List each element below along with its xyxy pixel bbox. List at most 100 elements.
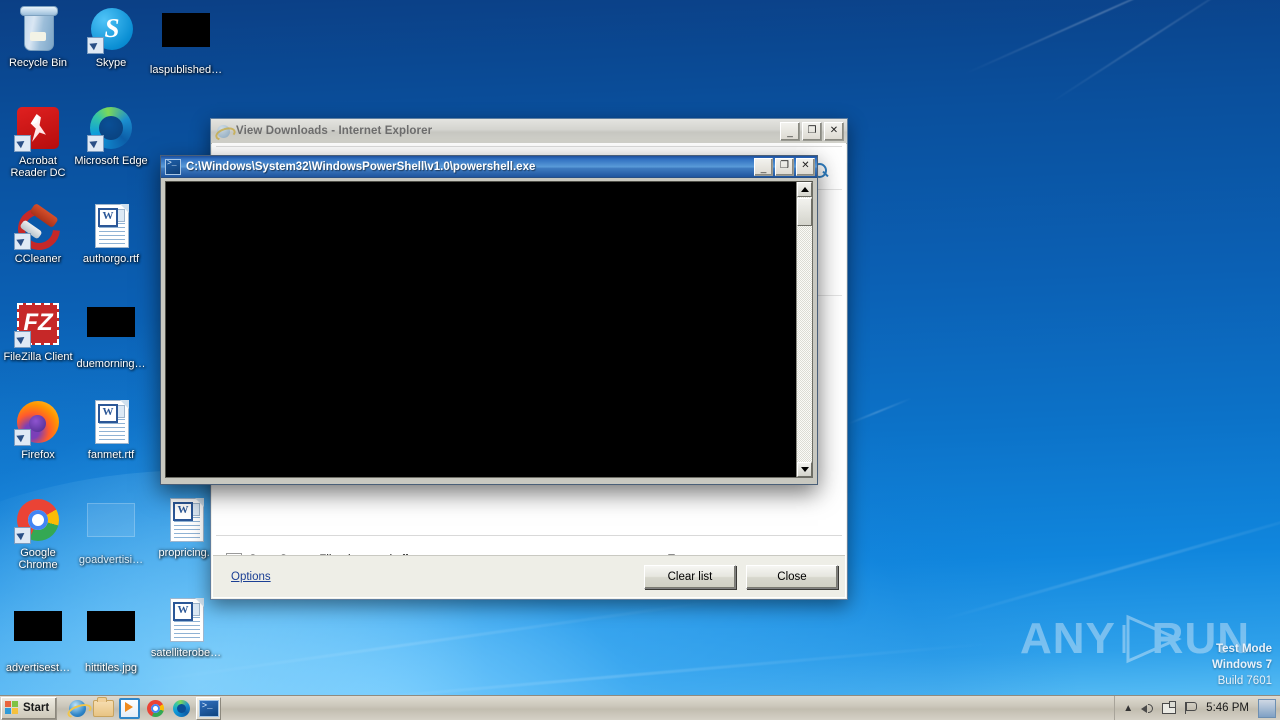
skype-icon: S	[87, 6, 135, 54]
word-document-icon: W	[162, 496, 210, 544]
windows-flag-icon	[5, 701, 20, 715]
edge-icon	[173, 699, 191, 717]
powershell-client-area[interactable]	[165, 181, 813, 478]
powershell-icon	[165, 158, 181, 175]
powershell-icon	[198, 699, 219, 717]
desktop-icon-label: fanmet.rtf	[87, 449, 135, 461]
wallpaper-streak	[301, 641, 999, 696]
taskbar-item-internet-explorer[interactable]	[66, 698, 89, 719]
black-thumbnail-icon	[162, 13, 210, 61]
desktop-icon-skype[interactable]: S Skype	[73, 6, 149, 69]
anyrun-watermark: ANY RUN	[1020, 608, 1250, 670]
taskbar-item-windows-media-player[interactable]	[118, 697, 141, 719]
word-document-icon: W	[87, 202, 135, 250]
ie-minimize-button[interactable]: _	[780, 122, 800, 141]
ie-globe-icon	[213, 124, 238, 143]
desktop-icon-hittitles-jpg[interactable]: hittitles.jpg	[73, 604, 149, 674]
taskbar-item-windows-explorer[interactable]	[92, 696, 115, 719]
desktop-icon-label: Recycle Bin	[8, 57, 68, 69]
desktop-icon-label: satelliterobe…	[150, 647, 222, 659]
edge-icon	[87, 104, 135, 152]
powershell-title-bar[interactable]: C:\Windows\System32\WindowsPowerShell\v1…	[161, 156, 817, 178]
start-button[interactable]: Start	[1, 696, 58, 720]
desktop-icon-label: authorgo.rtf	[82, 253, 140, 265]
powershell-maximize-button[interactable]: ❐	[775, 158, 794, 176]
desktop-icon-duemorning[interactable]: duemorning…	[73, 300, 149, 370]
desktop[interactable]: Recycle Bin S Skype laspublished… Acroba…	[0, 0, 1280, 696]
system-tray[interactable]: ▲ 5:46 PM	[1114, 696, 1280, 720]
clock[interactable]: 5:46 PM	[1206, 702, 1249, 714]
volume-icon[interactable]	[1140, 701, 1155, 715]
word-document-icon: W	[162, 596, 210, 644]
scroll-up-button[interactable]	[797, 182, 812, 197]
network-icon[interactable]	[1162, 701, 1177, 715]
desktop-icon-goadvertisi[interactable]: goadvertisi…	[73, 496, 149, 566]
desktop-icon-acrobat-reader-dc[interactable]: Acrobat Reader DC	[0, 104, 76, 179]
black-thumbnail-icon	[87, 611, 135, 659]
desktop-icon-label: goadvertisi…	[78, 554, 144, 566]
desktop-icon-satelliterobe[interactable]: W satelliterobe…	[148, 596, 224, 659]
desktop-icon-label: Firefox	[21, 449, 55, 461]
flag-icon[interactable]	[1184, 701, 1199, 715]
ccleaner-icon	[9, 199, 69, 259]
desktop-icon-firefox[interactable]: Firefox	[0, 398, 76, 461]
desktop-icon-label: duemorning…	[76, 358, 146, 370]
ie-title-bar[interactable]: View Downloads - Internet Explorer _ ❐ ✕	[211, 119, 847, 144]
taskbar-item-microsoft-edge[interactable]	[170, 698, 193, 719]
powershell-window-controls[interactable]: _ ❐ ✕	[754, 158, 815, 176]
taskbar-item-google-chrome[interactable]	[144, 698, 167, 719]
options-link[interactable]: Options	[231, 571, 271, 583]
desktop-icon-google-chrome[interactable]: Google Chrome	[0, 496, 76, 571]
clear-list-button[interactable]: Clear list	[644, 564, 736, 589]
recycle-bin-icon	[14, 6, 62, 54]
scroll-down-button[interactable]	[797, 462, 812, 477]
close-button[interactable]: Close	[746, 564, 838, 589]
taskbar[interactable]: Start ▲ 5:46 PM	[0, 695, 1280, 720]
chrome-icon	[14, 496, 62, 544]
powershell-scrollbar[interactable]	[796, 182, 812, 477]
show-hidden-icons-chevron-icon[interactable]: ▲	[1123, 703, 1133, 714]
desktop-icon-label: Acrobat Reader DC	[10, 155, 66, 179]
scrollbar-thumb[interactable]	[797, 198, 812, 226]
powershell-console-output[interactable]	[166, 182, 797, 477]
powershell-window[interactable]: C:\Windows\System32\WindowsPowerShell\v1…	[160, 155, 818, 485]
desktop-icon-advertisest[interactable]: advertisest…	[0, 604, 76, 674]
black-thumbnail-icon	[14, 611, 62, 659]
show-desktop-button[interactable]	[1258, 698, 1276, 718]
desktop-icon-label: advertisest…	[5, 662, 71, 674]
media-player-icon	[119, 697, 141, 719]
ie-window-title: View Downloads - Internet Explorer	[236, 125, 433, 137]
desktop-icon-ccleaner[interactable]: CCleaner	[0, 199, 76, 265]
anyrun-brand-right: RUN	[1151, 614, 1250, 663]
desktop-icon-label: laspublished…	[149, 64, 223, 76]
test-mode-line-2: Windows 7	[1212, 659, 1272, 671]
faded-thumbnail-icon	[87, 503, 135, 551]
firefox-icon	[14, 398, 62, 446]
desktop-icon-label: Microsoft Edge	[74, 155, 148, 167]
wallpaper-streak	[847, 396, 913, 426]
desktop-icon-recycle-bin[interactable]: Recycle Bin	[0, 6, 76, 69]
ie-icon	[69, 699, 87, 717]
wallpaper-streak	[1049, 0, 1261, 104]
desktop-icon-authorgo-rtf[interactable]: W authorgo.rtf	[73, 202, 149, 265]
taskbar-item-windows-powershell[interactable]	[196, 696, 222, 720]
powershell-minimize-button[interactable]: _	[754, 158, 773, 176]
test-mode-watermark: Test Mode Windows 7 Build 7601	[1112, 641, 1272, 689]
wallpaper-streak	[963, 0, 1267, 76]
desktop-icon-label: Skype	[95, 57, 127, 69]
word-document-icon: W	[87, 398, 135, 446]
filezilla-icon: FZ	[14, 300, 62, 348]
desktop-icon-label: hittitles.jpg	[85, 662, 137, 674]
desktop-icon-laspublished[interactable]: laspublished…	[148, 6, 224, 76]
powershell-close-button[interactable]: ✕	[796, 158, 815, 176]
ie-footer-bar: Options Clear list Close	[213, 555, 845, 597]
ie-window-controls[interactable]: _ ❐ ✕	[780, 122, 844, 141]
desktop-icon-fanmet-rtf[interactable]: W fanmet.rtf	[73, 398, 149, 461]
ie-maximize-button[interactable]: ❐	[802, 122, 822, 141]
desktop-icon-filezilla-client[interactable]: FZ FileZilla Client	[0, 300, 76, 363]
desktop-icon-microsoft-edge[interactable]: Microsoft Edge	[73, 104, 149, 167]
ie-close-button[interactable]: ✕	[824, 122, 844, 141]
play-triangle-logo-icon	[1122, 613, 1182, 665]
test-mode-line-3: Build 7601	[1217, 675, 1272, 687]
test-mode-line-1: Test Mode	[1215, 643, 1272, 655]
